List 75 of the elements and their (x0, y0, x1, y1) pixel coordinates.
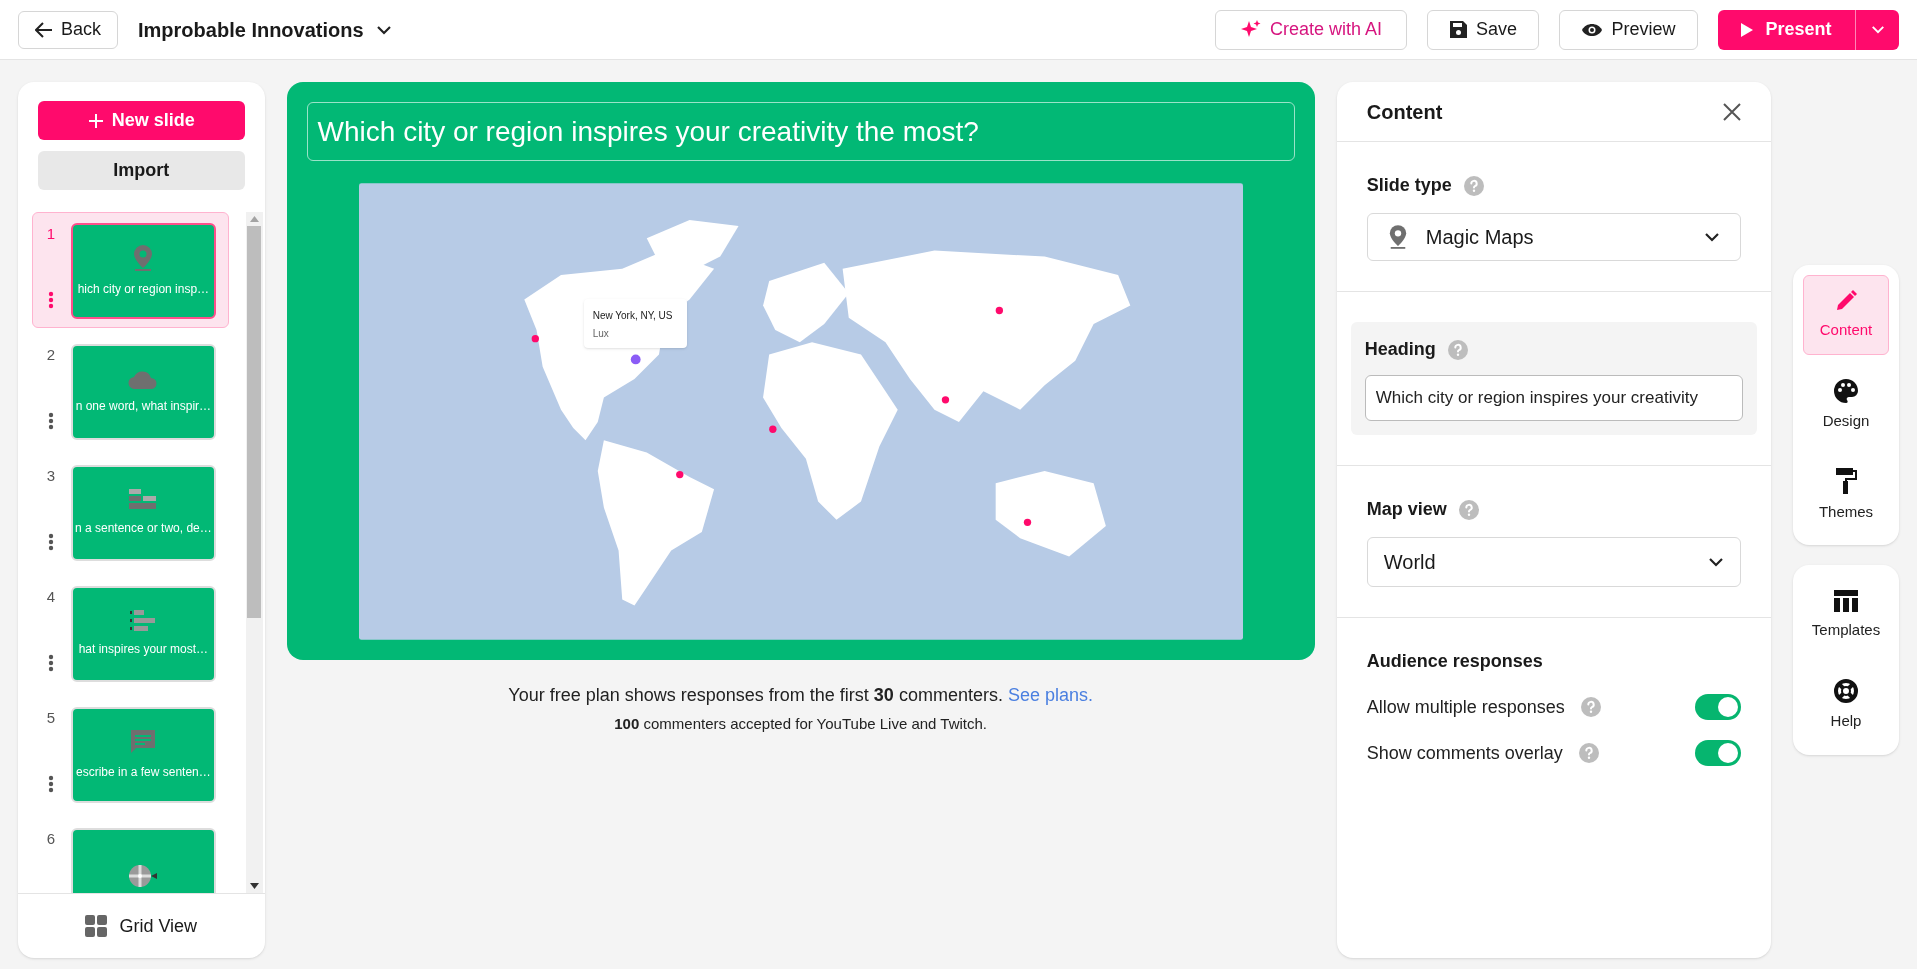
chevron-down-icon (375, 24, 392, 35)
scroll-down-icon (249, 883, 259, 889)
slide-thumbnail-text: escribe in a few senten… (76, 764, 211, 781)
tooltip-place: New York, NY, US (592, 309, 674, 323)
toggle-switch[interactable] (1695, 740, 1741, 766)
ranking-bars-icon (130, 610, 157, 632)
close-icon[interactable] (1723, 102, 1741, 121)
map-view-dropdown[interactable]: World (1366, 537, 1741, 587)
help-icon[interactable] (1447, 339, 1468, 360)
slide-number: 1 (46, 224, 56, 244)
slide-number: 6 (46, 829, 56, 849)
slide-thumbnail-text: hich city or region insp… (77, 281, 210, 298)
scroll-up-icon (249, 216, 259, 222)
side-tool-button[interactable]: Help (1803, 665, 1889, 745)
side-tool-button[interactable]: Themes (1803, 455, 1889, 535)
toggle-label: Allow multiple responses (1366, 695, 1565, 719)
lifebuoy-icon (1833, 677, 1859, 704)
grid-icon (85, 915, 108, 937)
slide-number: 4 (46, 587, 56, 607)
commenters-note: 100 commenters accepted for YouTube Live and Twitch. (614, 714, 987, 734)
presentation-title[interactable]: Improbable Innovations (138, 14, 392, 45)
panel-title: Content (1366, 99, 1444, 125)
cloud-icon (128, 369, 159, 389)
save-button[interactable]: Save (1427, 9, 1539, 50)
slide-thumbnail-text: n one word, what inspir… (75, 398, 212, 415)
help-icon[interactable] (1580, 697, 1601, 717)
heading-label: Heading (1364, 338, 1436, 361)
more-options-icon[interactable] (47, 654, 54, 672)
arrow-left-icon (35, 21, 53, 38)
chevron-down-icon (1708, 557, 1724, 567)
more-options-icon[interactable] (47, 291, 54, 309)
slide-type-dropdown[interactable]: Magic Maps (1366, 213, 1741, 261)
grid-view-button[interactable]: Grid View (18, 893, 265, 958)
table-icon (1833, 588, 1859, 613)
toggle-label: Show comments overlay (1366, 741, 1563, 765)
map-view-label: Map view (1366, 498, 1447, 521)
chat-bubble-icon (130, 729, 157, 755)
help-icon[interactable] (1458, 499, 1479, 520)
slide-thumbnail-text: n a sentence or two, de… (75, 520, 212, 537)
scrollbar[interactable] (245, 212, 263, 893)
pencil-icon (1834, 288, 1858, 313)
create-with-ai-button[interactable]: Create with AI (1215, 9, 1407, 50)
palette-icon (1833, 377, 1859, 404)
see-plans-link[interactable]: See plans. (1007, 685, 1093, 705)
chevron-down-icon (1870, 25, 1885, 34)
slide-type-label: Slide type (1366, 174, 1452, 197)
slide-number: 2 (46, 345, 56, 365)
help-icon[interactable] (1463, 175, 1484, 196)
preview-button[interactable]: Preview (1559, 9, 1698, 50)
spinner-wheel-icon (128, 864, 159, 888)
paint-roller-icon (1835, 466, 1857, 495)
new-slide-button[interactable]: New slide (38, 101, 245, 140)
map-pin-icon (1387, 224, 1408, 250)
plan-notice: Your free plan shows responses from the first 30 commenters. (508, 685, 1003, 705)
plus-icon (87, 112, 104, 129)
more-options-icon[interactable] (47, 775, 54, 793)
heading-input[interactable]: Which city or region inspires your creativity (1364, 375, 1743, 421)
eye-icon (1581, 21, 1604, 38)
slide-number: 5 (46, 708, 56, 728)
slide-thumbnail-text: hat inspires your most… (78, 641, 209, 658)
audience-responses-title: Audience responses (1366, 650, 1544, 673)
tooltip-name: Lux (592, 327, 610, 341)
bricks-icon (129, 489, 158, 511)
import-button[interactable]: Import (38, 151, 245, 190)
toggle-switch[interactable] (1695, 694, 1741, 720)
play-icon (1741, 22, 1754, 37)
more-options-icon[interactable] (47, 533, 54, 551)
help-icon[interactable] (1578, 743, 1599, 763)
side-tool-button[interactable]: Design (1803, 365, 1889, 445)
chevron-down-icon (1704, 232, 1720, 242)
side-tool-button[interactable]: Templates (1803, 575, 1889, 655)
more-options-icon[interactable] (47, 412, 54, 430)
slide-number: 3 (46, 466, 56, 486)
back-button[interactable]: Back (18, 10, 119, 49)
map-pin-icon (132, 244, 155, 272)
